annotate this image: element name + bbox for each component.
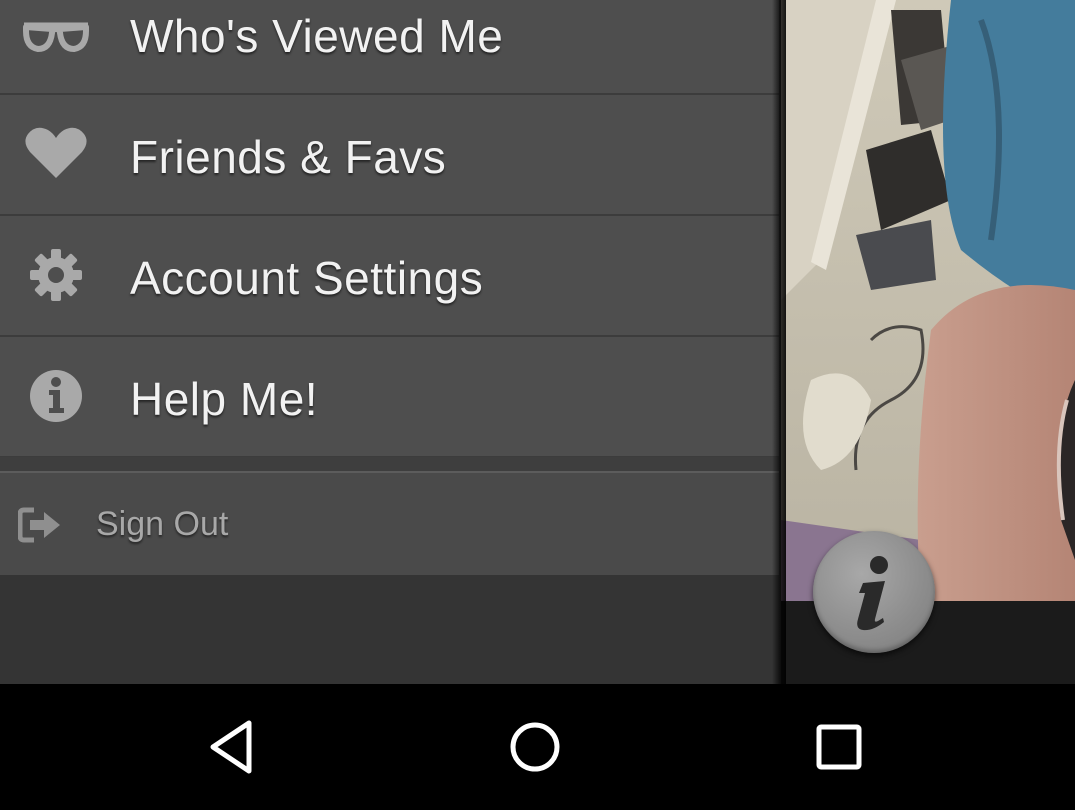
menu-item-help-me[interactable]: Help Me! bbox=[0, 337, 779, 458]
back-button[interactable] bbox=[205, 717, 265, 777]
menu-item-friends-favs[interactable]: Friends & Favs bbox=[0, 95, 779, 216]
home-button[interactable] bbox=[505, 717, 565, 777]
navigation-drawer: Who's Viewed Me Friends & Favs Account S… bbox=[0, 0, 781, 684]
drawer-divider bbox=[0, 457, 779, 473]
recents-square-icon bbox=[816, 724, 862, 770]
menu-item-account-settings[interactable]: Account Settings bbox=[0, 216, 779, 337]
profile-info-button[interactable] bbox=[813, 531, 935, 653]
heart-icon bbox=[22, 124, 90, 184]
info-circle-icon bbox=[22, 366, 90, 426]
menu-item-label: Help Me! bbox=[130, 373, 319, 425]
glasses-icon bbox=[22, 3, 90, 63]
sign-out-label: Sign Out bbox=[96, 505, 229, 543]
menu-item-whos-viewed-me[interactable]: Who's Viewed Me bbox=[0, 0, 779, 95]
sign-out-button[interactable]: Sign Out bbox=[0, 473, 779, 575]
back-triangle-icon bbox=[210, 720, 252, 774]
menu-item-label: Account Settings bbox=[130, 252, 484, 304]
drawer-edge-shadow bbox=[772, 0, 786, 684]
gear-icon bbox=[22, 245, 90, 305]
menu-item-label: Who's Viewed Me bbox=[130, 10, 504, 62]
menu-item-label: Friends & Favs bbox=[130, 131, 447, 183]
system-navigation-bar bbox=[0, 684, 1075, 810]
recents-button[interactable] bbox=[809, 717, 869, 777]
home-circle-icon bbox=[510, 722, 560, 772]
app-screen: Who's Viewed Me Friends & Favs Account S… bbox=[0, 0, 1075, 810]
info-icon bbox=[857, 556, 888, 631]
sign-out-icon bbox=[18, 506, 62, 544]
profile-photo[interactable] bbox=[781, 0, 1075, 601]
